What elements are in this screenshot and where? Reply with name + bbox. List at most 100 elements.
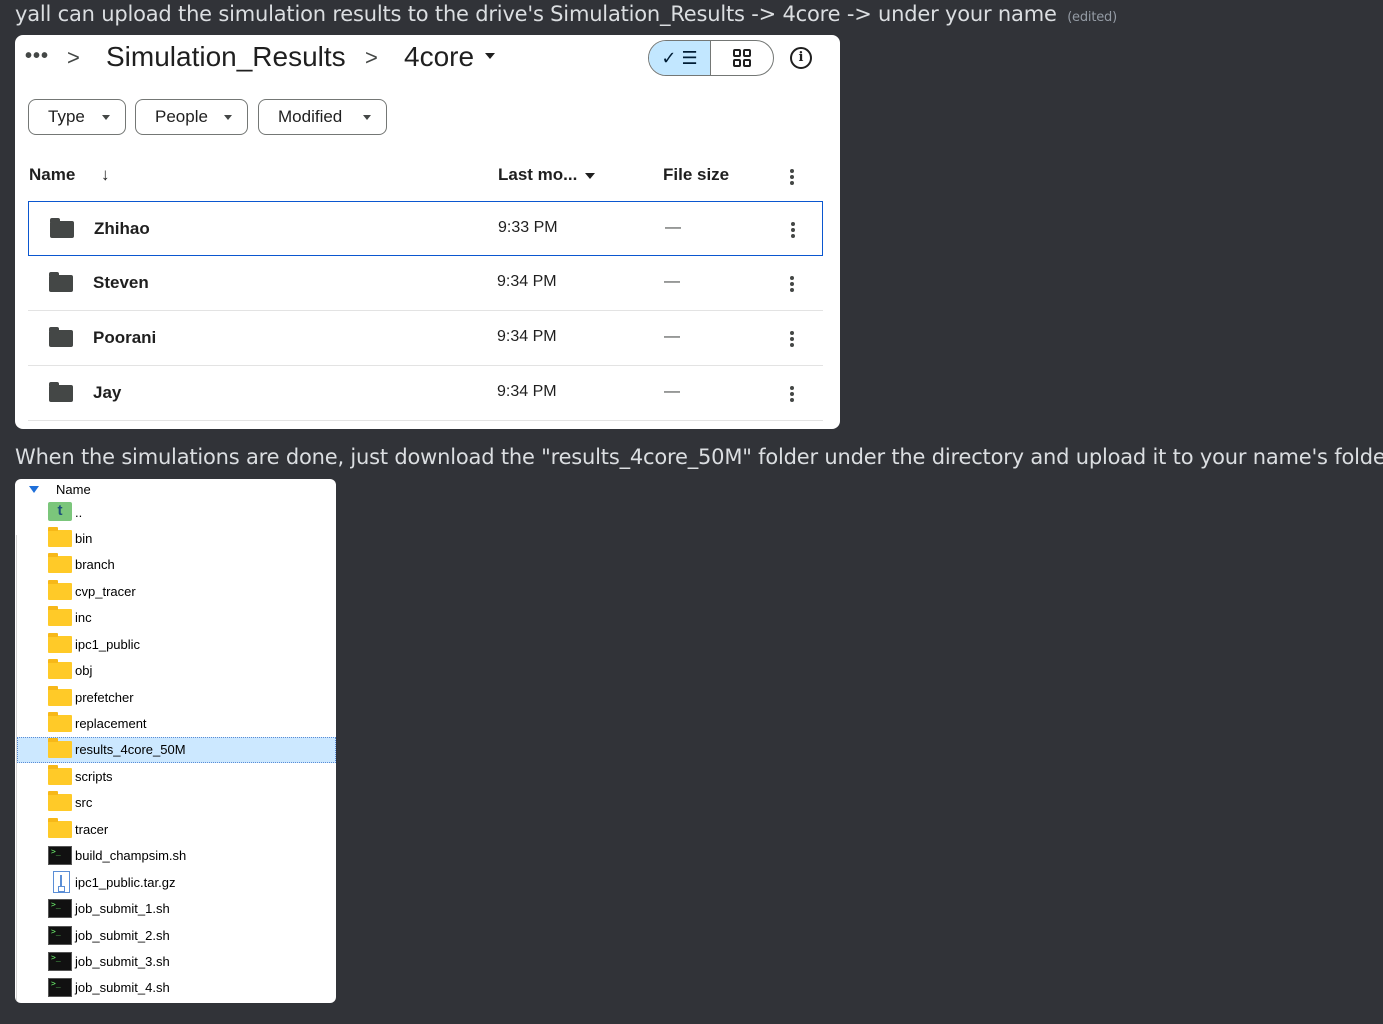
folder-icon: [48, 765, 72, 785]
view-toggle: ✓ ☰: [648, 40, 774, 76]
folder-icon: [48, 738, 72, 758]
list-item[interactable]: t ..: [17, 500, 336, 526]
item-label: replacement: [75, 716, 147, 731]
shell-script-icon: >_: [48, 952, 72, 971]
file-name: Zhihao: [94, 219, 150, 238]
column-header-label: Last mo...: [498, 165, 578, 184]
folder-icon: [49, 382, 73, 402]
folder-icon: [48, 633, 72, 653]
list-item[interactable]: scripts: [17, 764, 336, 790]
item-label: ..: [75, 505, 83, 520]
item-label: inc: [75, 610, 92, 625]
folder-icon: [48, 686, 72, 706]
column-header-name[interactable]: Name: [29, 165, 75, 185]
item-label: results_4core_50M: [75, 742, 186, 757]
file-size: —: [664, 273, 680, 290]
list-item[interactable]: branch: [17, 552, 336, 578]
list-item[interactable]: ipc1_public.tar.gz: [17, 870, 336, 896]
folder-icon: [48, 791, 72, 811]
item-label: ipc1_public: [75, 637, 141, 652]
list-item[interactable]: cvp_tracer: [17, 579, 336, 605]
list-icon: ☰: [681, 48, 698, 68]
file-name: Poorani: [93, 328, 157, 347]
chevron-right-icon: >: [67, 45, 80, 70]
item-label: prefetcher: [75, 690, 134, 705]
item-label: ipc1_public.tar.gz: [75, 875, 176, 890]
folder-icon: [48, 818, 72, 838]
file-row[interactable]: Poorani 9:34 PM —: [28, 311, 823, 366]
list-item[interactable]: >_ job_submit_4.sh: [17, 975, 336, 1001]
item-label: job_submit_3.sh: [75, 954, 170, 969]
sort-triangle-icon: [29, 486, 39, 493]
modified-filter-chip[interactable]: Modified: [258, 99, 387, 135]
dropdown-arrow-icon: [585, 172, 596, 179]
grid-icon: [733, 49, 751, 67]
last-modified: 9:34 PM: [497, 273, 557, 290]
column-header-name[interactable]: Name: [15, 479, 336, 499]
chevron-right-icon: >: [365, 45, 378, 70]
folder-icon: [48, 712, 72, 732]
file-row[interactable]: Steven 9:34 PM —: [28, 256, 823, 311]
info-icon[interactable]: i: [790, 47, 812, 69]
more-vert-icon[interactable]: [790, 276, 794, 292]
grid-view-button[interactable]: [711, 41, 773, 75]
folder-icon: [48, 580, 72, 600]
folder-icon: [48, 606, 72, 626]
more-vert-icon[interactable]: [790, 331, 794, 347]
list-item[interactable]: ipc1_public: [17, 632, 336, 658]
sort-arrow-down-icon[interactable]: ↓: [101, 165, 110, 185]
list-item[interactable]: tracer: [17, 817, 336, 843]
file-size: —: [664, 383, 680, 400]
file-name: Steven: [93, 273, 149, 292]
folder-icon: [48, 659, 72, 679]
file-row[interactable]: Jay 9:34 PM —: [28, 366, 823, 421]
last-modified: 9:33 PM: [498, 219, 558, 236]
list-item-selected[interactable]: results_4core_50M: [17, 737, 336, 763]
folder-icon: [48, 553, 72, 573]
last-modified: 9:34 PM: [497, 383, 557, 400]
dropdown-arrow-icon: [102, 115, 110, 120]
archive-icon: [53, 871, 70, 893]
file-name: Jay: [93, 383, 122, 402]
list-item[interactable]: src: [17, 790, 336, 816]
chat-message-download-instructions: When the simulations are done, just down…: [15, 445, 1383, 469]
column-header-file-size[interactable]: File size: [663, 165, 729, 185]
list-item[interactable]: prefetcher: [17, 685, 336, 711]
folder-menu-caret-icon[interactable]: [485, 53, 495, 59]
list-item[interactable]: >_ job_submit_2.sh: [17, 923, 336, 949]
folder-icon: [50, 218, 74, 238]
item-label: scripts: [75, 769, 113, 784]
list-item[interactable]: >_ job_submit_3.sh: [17, 949, 336, 975]
list-item[interactable]: bin: [17, 526, 336, 552]
column-header-last-modified[interactable]: Last mo...: [498, 165, 596, 185]
item-label: bin: [75, 531, 93, 546]
parent-dir-icon: t: [48, 502, 72, 521]
chip-label: People: [155, 107, 208, 126]
list-view-button[interactable]: ✓ ☰: [649, 41, 711, 75]
more-vert-icon[interactable]: [791, 222, 795, 238]
item-label: job_submit_4.sh: [75, 980, 170, 995]
file-size: —: [664, 328, 680, 345]
breadcrumb-overflow-button[interactable]: •••: [25, 45, 49, 68]
type-filter-chip[interactable]: Type: [28, 99, 126, 135]
chip-label: Modified: [278, 107, 343, 126]
shell-script-icon: >_: [48, 846, 72, 865]
file-row[interactable]: Zhihao 9:33 PM —: [28, 201, 823, 256]
chip-label: Type: [48, 107, 85, 126]
list-item[interactable]: replacement: [17, 711, 336, 737]
breadcrumb-current-folder[interactable]: 4core: [404, 41, 474, 73]
drive-screenshot: ••• > Simulation_Results > 4core ✓ ☰ i T…: [15, 35, 840, 429]
list-item[interactable]: inc: [17, 605, 336, 631]
shell-script-icon: >_: [48, 899, 72, 918]
list-item[interactable]: >_ build_champsim.sh: [17, 843, 336, 869]
people-filter-chip[interactable]: People: [135, 99, 248, 135]
item-label: obj: [75, 663, 93, 678]
list-item[interactable]: obj: [17, 658, 336, 684]
message-text: When the simulations are done, just down…: [15, 445, 1383, 469]
breadcrumb-simulation-results[interactable]: Simulation_Results: [106, 41, 346, 73]
list-item[interactable]: >_ job_submit_1.sh: [17, 896, 336, 922]
column-header-label: Name: [56, 482, 91, 497]
last-modified: 9:34 PM: [497, 328, 557, 345]
more-vert-icon[interactable]: [790, 386, 794, 402]
more-vert-icon[interactable]: [790, 169, 794, 185]
